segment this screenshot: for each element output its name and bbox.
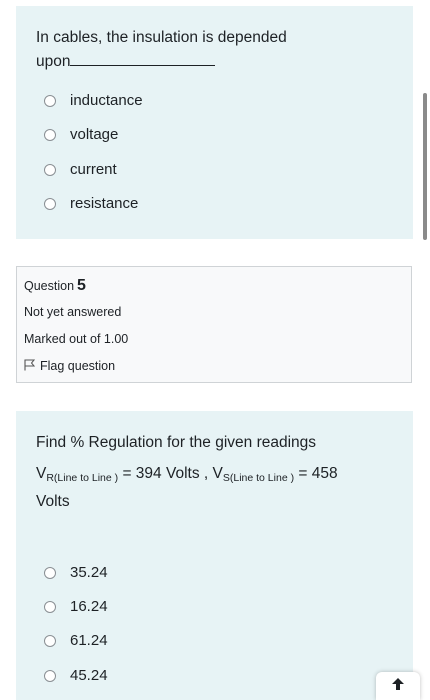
- option-current[interactable]: current: [44, 161, 117, 178]
- option-61-24[interactable]: 61.24: [44, 632, 108, 649]
- option-label: inductance: [70, 92, 143, 109]
- question-info-box: Question 5 Not yet answered Marked out of…: [16, 266, 412, 383]
- option-45-24[interactable]: 45.24: [44, 667, 108, 684]
- radio-button[interactable]: [44, 128, 56, 141]
- option-label: voltage: [70, 126, 119, 143]
- question-status: Not yet answered: [24, 305, 122, 319]
- radio-button[interactable]: [44, 634, 56, 647]
- option-resistance[interactable]: resistance: [44, 195, 138, 212]
- question-number: Question 5: [24, 277, 86, 294]
- radio-button[interactable]: [44, 600, 56, 613]
- option-16-24[interactable]: 16.24: [44, 598, 108, 615]
- flag-icon: [24, 359, 36, 371]
- question-text-line2: upon: [36, 50, 396, 74]
- scrollbar[interactable]: [423, 93, 427, 240]
- question-text-line1: In cables, the insulation is depended: [36, 29, 287, 46]
- radio-button[interactable]: [44, 669, 56, 682]
- scroll-top-button[interactable]: [376, 672, 420, 700]
- option-label: current: [70, 161, 117, 178]
- option-label: 35.24: [70, 564, 108, 581]
- option-35-24[interactable]: 35.24: [44, 564, 108, 581]
- question-text: In cables, the insulation is depended up…: [36, 26, 396, 74]
- option-label: 16.24: [70, 598, 108, 615]
- option-label: 61.24: [70, 632, 108, 649]
- arrow-up-icon: [391, 677, 405, 696]
- radio-button[interactable]: [44, 94, 56, 107]
- flag-question-label: Flag question: [40, 359, 116, 373]
- question-card-current: Find % Regulation for the given readings…: [16, 411, 413, 700]
- question-prompt: Find % Regulation for the given readings: [36, 434, 317, 451]
- option-label: 45.24: [70, 667, 108, 684]
- answer-blank: [70, 51, 216, 66]
- radio-button[interactable]: [44, 566, 56, 579]
- option-label: resistance: [70, 195, 139, 212]
- radio-button[interactable]: [44, 163, 56, 176]
- flag-question-link[interactable]: Flag question: [24, 359, 115, 373]
- radio-button[interactable]: [44, 197, 56, 210]
- question-card-previous: In cables, the insulation is depended up…: [16, 6, 413, 239]
- option-voltage[interactable]: voltage: [44, 126, 118, 143]
- option-inductance[interactable]: inductance: [44, 92, 143, 109]
- question-marks: Marked out of 1.00: [24, 332, 129, 346]
- question-readings: VR(Line to Line ) = 394 Volts , VS(Line …: [36, 465, 338, 510]
